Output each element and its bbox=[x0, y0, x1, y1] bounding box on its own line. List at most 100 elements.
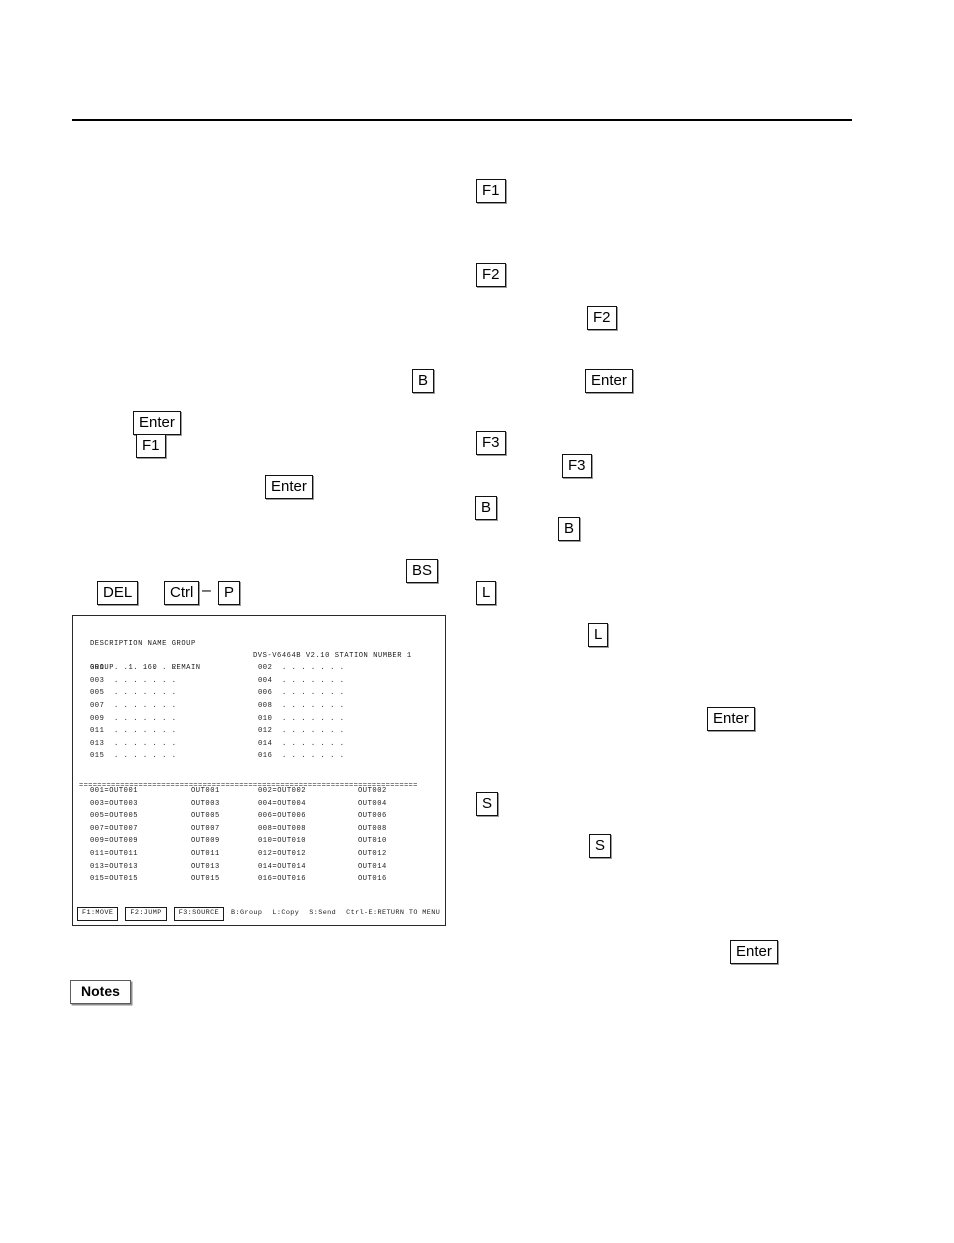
terminal-source-cell-d: OUT014 bbox=[358, 862, 387, 871]
term-hint-copy: L:Copy bbox=[272, 909, 300, 918]
terminal-source-cell-a: 011=OUT011 bbox=[90, 849, 139, 858]
terminal-name-row: 001 . . . . . . . 002 . . . . . . . bbox=[81, 662, 439, 675]
terminal-source-cell-d: OUT008 bbox=[358, 824, 387, 833]
term-fkey-jump: F2:JUMP bbox=[125, 906, 167, 921]
key-ctrl: Ctrl bbox=[164, 581, 200, 605]
terminal-source-cell-b: OUT009 bbox=[191, 837, 220, 846]
key-f1-1: F1 bbox=[476, 179, 506, 203]
key-enter-3: Enter bbox=[265, 475, 313, 499]
terminal-source-row: 015=OUT015 OUT015 016=OUT016 OUT016 bbox=[81, 873, 439, 886]
terminal-name-rows: 001 . . . . . . . 002 . . . . . . . 003 . … bbox=[81, 662, 439, 763]
terminal-inner: DESCRIPTION NAME GROUP DVS-V6464B V2.10 … bbox=[73, 616, 445, 925]
terminal-source-cell-c: 012=OUT012 bbox=[258, 849, 307, 858]
terminal-source-cell-d: OUT004 bbox=[358, 799, 387, 808]
terminal-source-cell-a: 009=OUT009 bbox=[90, 837, 139, 846]
terminal-source-row: 003=OUT003 OUT003 004=OUT004 OUT004 bbox=[81, 798, 439, 811]
terminal-source-cell-b: OUT005 bbox=[191, 812, 220, 821]
terminal-source-row: 011=OUT011 OUT011 012=OUT012 OUT012 bbox=[81, 848, 439, 861]
terminal-name-left: 005 . . . . . . . bbox=[90, 689, 177, 698]
terminal-name-row: 015 . . . . . . . 016 . . . . . . . bbox=[81, 750, 439, 763]
key-enter-2: Enter bbox=[133, 411, 181, 435]
term-hint-send: S:Send bbox=[309, 909, 337, 918]
key-s-2: S bbox=[589, 834, 612, 858]
terminal-source-cell-a: 013=OUT013 bbox=[90, 862, 139, 871]
terminal-name-left: 013 . . . . . . . bbox=[90, 739, 177, 748]
terminal-name-right: 012 . . . . . . . bbox=[258, 727, 345, 736]
terminal-source-rows: 001=OUT001 OUT001 002=OUT002 OUT002 003=OUT0… bbox=[81, 785, 439, 886]
terminal-source-cell-a: 001=OUT001 bbox=[90, 786, 139, 795]
terminal-source-row: 005=OUT005 OUT005 006=OUT006 OUT006 bbox=[81, 810, 439, 823]
key-enter-1: Enter bbox=[585, 369, 633, 393]
key-s-1: S bbox=[476, 792, 499, 816]
key-l-1: L bbox=[476, 581, 497, 605]
terminal-name-right: 008 . . . . . . . bbox=[258, 701, 345, 710]
terminal-source-cell-b: OUT015 bbox=[191, 875, 220, 884]
term-hint-return: Ctrl-E:RETURN TO MENU bbox=[346, 909, 441, 918]
terminal-source-cell-a: 005=OUT005 bbox=[90, 812, 139, 821]
terminal-source-cell-b: OUT007 bbox=[191, 824, 220, 833]
key-enter-5: Enter bbox=[730, 940, 778, 964]
terminal-name-row: 011 . . . . . . . 012 . . . . . . . bbox=[81, 725, 439, 738]
terminal-source-cell-a: 007=OUT007 bbox=[90, 824, 139, 833]
terminal-name-right: 004 . . . . . . . bbox=[258, 676, 345, 685]
terminal-name-right: 016 . . . . . . . bbox=[258, 752, 345, 761]
terminal-name-left: 003 . . . . . . . bbox=[90, 676, 177, 685]
terminal-header-left: DESCRIPTION NAME GROUP bbox=[90, 639, 196, 648]
terminal-header-row: DESCRIPTION NAME GROUP DVS-V6464B V2.10 … bbox=[81, 625, 439, 661]
key-f3-1: F3 bbox=[476, 431, 506, 455]
key-b-3: B bbox=[558, 517, 581, 541]
key-f2-2: F2 bbox=[587, 306, 617, 330]
terminal-name-row: 003 . . . . . . . 004 . . . . . . . bbox=[81, 675, 439, 688]
terminal-name-row: 005 . . . . . . . 006 . . . . . . . bbox=[81, 687, 439, 700]
terminal-group-row: GROUP 1 160 REMAIN bbox=[81, 650, 439, 672]
key-f3-2: F3 bbox=[562, 454, 592, 478]
terminal-source-cell-b: OUT011 bbox=[191, 849, 220, 858]
key-bs: BS bbox=[406, 559, 439, 583]
terminal-source-cell-d: OUT002 bbox=[358, 786, 387, 795]
terminal-name-left: 011 . . . . . . . bbox=[90, 727, 177, 736]
terminal-name-right: 010 . . . . . . . bbox=[258, 714, 345, 723]
terminal-name-left: 015 . . . . . . . bbox=[90, 752, 177, 761]
terminal-name-right: 002 . . . . . . . bbox=[258, 664, 345, 673]
terminal-name-right: 006 . . . . . . . bbox=[258, 689, 345, 698]
terminal-source-cell-b: OUT013 bbox=[191, 862, 220, 871]
terminal-name-left: 001 . . . . . . . bbox=[90, 664, 177, 673]
key-f1-2: F1 bbox=[136, 434, 166, 458]
terminal-source-cell-b: OUT001 bbox=[191, 786, 220, 795]
terminal-status-fkeys: F1:MOVE F2:JUMP F3:SOURCE bbox=[77, 906, 231, 921]
terminal-name-row: 007 . . . . . . . 008 . . . . . . . bbox=[81, 700, 439, 713]
term-hint-group: B:Group bbox=[231, 909, 263, 918]
terminal-source-row: 001=OUT001 OUT001 002=OUT002 OUT002 bbox=[81, 785, 439, 798]
term-fkey-move: F1:MOVE bbox=[77, 906, 119, 921]
key-f2-1: F2 bbox=[476, 263, 506, 287]
terminal-source-cell-d: OUT006 bbox=[358, 812, 387, 821]
key-b-2: B bbox=[475, 496, 498, 520]
terminal-source-cell-c: 010=OUT010 bbox=[258, 837, 307, 846]
terminal-source-cell-c: 008=OUT008 bbox=[258, 824, 307, 833]
terminal-name-right: 014 . . . . . . . bbox=[258, 739, 345, 748]
term-fkey-source: F3:SOURCE bbox=[173, 906, 225, 921]
terminal-source-cell-a: 003=OUT003 bbox=[90, 799, 139, 808]
terminal-spacer-2 bbox=[81, 763, 439, 773]
key-l-2: L bbox=[588, 623, 609, 647]
terminal-source-row: 007=OUT007 OUT007 008=OUT008 OUT008 bbox=[81, 823, 439, 836]
terminal-source-cell-d: OUT016 bbox=[358, 875, 387, 884]
key-b-1: B bbox=[412, 369, 435, 393]
manual-page: F1 F2 F2 B Enter Enter F1 F3 F3 Enter B B BS L DEL Ctrl… bbox=[0, 0, 954, 1243]
terminal-source-cell-c: 004=OUT004 bbox=[258, 799, 307, 808]
terminal-name-left: 009 . . . . . . . bbox=[90, 714, 177, 723]
terminal-source-cell-c: 016=OUT016 bbox=[258, 875, 307, 884]
key-p: P bbox=[218, 581, 241, 605]
terminal-source-cell-d: OUT012 bbox=[358, 849, 387, 858]
terminal-name-left: 007 . . . . . . . bbox=[90, 701, 177, 710]
terminal-status-hints: B:Group L:Copy S:Send Ctrl-E:RETURN TO MENU bbox=[231, 910, 440, 917]
terminal-status-bar: F1:MOVE F2:JUMP F3:SOURCE B:Group L:Copy S:S… bbox=[77, 906, 440, 921]
header-rule bbox=[72, 119, 852, 121]
terminal-screenshot-figure: DESCRIPTION NAME GROUP DVS-V6464B V2.10 … bbox=[72, 615, 446, 926]
terminal-source-cell-a: 015=OUT015 bbox=[90, 875, 139, 884]
key-enter-4: Enter bbox=[707, 707, 755, 731]
terminal-source-row: 009=OUT009 OUT009 010=OUT010 OUT010 bbox=[81, 835, 439, 848]
terminal-source-cell-d: OUT010 bbox=[358, 837, 387, 846]
ctrl-p-dash: – bbox=[202, 582, 211, 599]
notes-label: Notes bbox=[70, 980, 131, 1005]
